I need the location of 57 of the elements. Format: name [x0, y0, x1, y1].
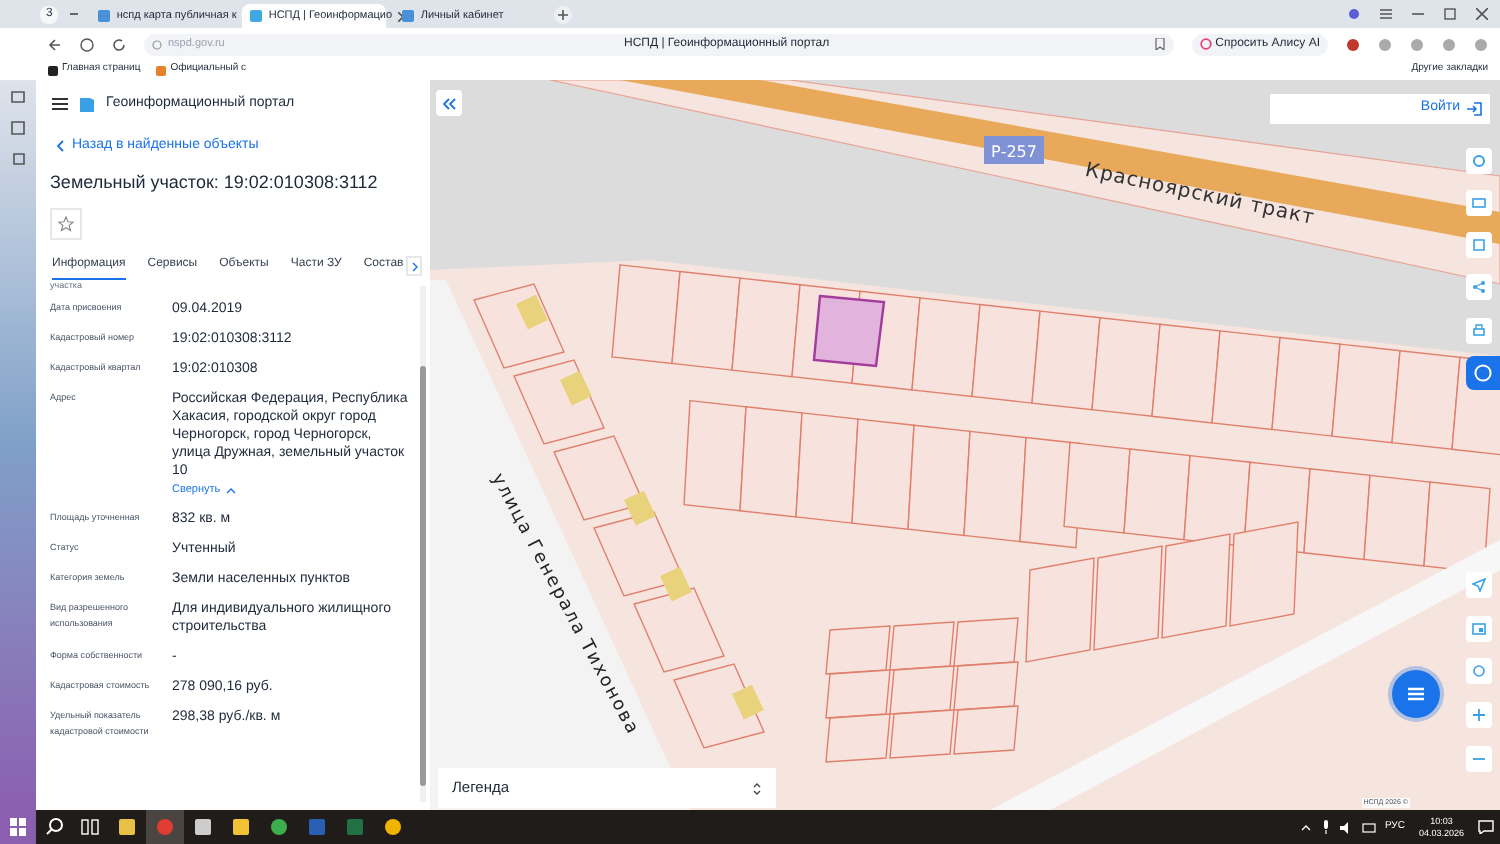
- map-tool-button[interactable]: [1466, 148, 1492, 174]
- ring-icon: [1199, 38, 1212, 50]
- frame-icon: [1472, 238, 1486, 252]
- maximize-icon[interactable]: [1444, 8, 1456, 20]
- map-tool-button[interactable]: [1466, 702, 1492, 728]
- picture-in-picture-icon: [1472, 622, 1486, 636]
- favicon-icon: [156, 65, 167, 75]
- close-icon[interactable]: [1476, 8, 1488, 20]
- lines-icon: [1406, 686, 1426, 702]
- favorite-button[interactable]: [50, 208, 82, 240]
- favicon-icon: [402, 10, 415, 22]
- microphone-icon[interactable]: [1320, 820, 1333, 834]
- road-number-sign: [984, 136, 1044, 164]
- chat-button[interactable]: [1466, 356, 1500, 390]
- network-icon[interactable]: [1362, 821, 1377, 833]
- ruler-icon: [1472, 196, 1486, 210]
- double-chevron-left-icon: [442, 97, 456, 109]
- favicon-icon: [250, 10, 263, 22]
- zoom-in-icon: [1472, 708, 1486, 722]
- selected-parcel[interactable]: [812, 294, 886, 368]
- chevron-left-icon: [56, 140, 64, 153]
- map-tool-button[interactable]: [1466, 190, 1492, 216]
- navigation-arrow-icon: [1472, 578, 1486, 592]
- scroll-tabs-button[interactable]: [406, 256, 422, 276]
- zoom-out-icon: [1472, 752, 1486, 766]
- scrollbar[interactable]: [420, 286, 426, 802]
- logo-icon: [80, 96, 94, 112]
- chevron-up-icon: [226, 487, 237, 494]
- chat-bubble-button[interactable]: [1392, 670, 1440, 718]
- chevron-right-icon: [411, 261, 417, 271]
- map-tool-button[interactable]: [1466, 658, 1492, 684]
- map-tool-button[interactable]: [1466, 572, 1492, 598]
- star-icon: [58, 216, 74, 232]
- map-tool-button[interactable]: [1466, 746, 1492, 772]
- new-tab-icon[interactable]: [554, 5, 573, 23]
- map-tool-button[interactable]: [1466, 232, 1492, 258]
- favicon-icon: [98, 10, 111, 22]
- bookmark-icon[interactable]: [1153, 38, 1166, 50]
- windows-start-icon[interactable]: [0, 810, 36, 844]
- page-heading: Земельный участок: 19:02:010308:3112: [48, 169, 380, 196]
- print-icon: [1472, 324, 1486, 338]
- map-tool-button[interactable]: [1466, 274, 1492, 300]
- map-tool-button[interactable]: [1466, 616, 1492, 642]
- menu-icon[interactable]: [52, 98, 68, 110]
- share-icon: [1472, 280, 1486, 294]
- sign-in-icon: [1466, 102, 1482, 116]
- notifications-icon[interactable]: [1478, 820, 1494, 834]
- collapse-panel-button[interactable]: [436, 90, 462, 116]
- scrollbar-thumb[interactable]: [420, 366, 426, 786]
- chevron-up-icon[interactable]: [1300, 821, 1313, 833]
- reload-icon[interactable]: [112, 37, 126, 51]
- road-number: Р-257: [991, 143, 1037, 161]
- sort-icon: [752, 781, 762, 795]
- back-icon[interactable]: [48, 37, 62, 51]
- minimize-icon[interactable]: [1412, 8, 1424, 20]
- map-tool-button[interactable]: [1466, 318, 1492, 344]
- favicon-icon: [48, 65, 58, 75]
